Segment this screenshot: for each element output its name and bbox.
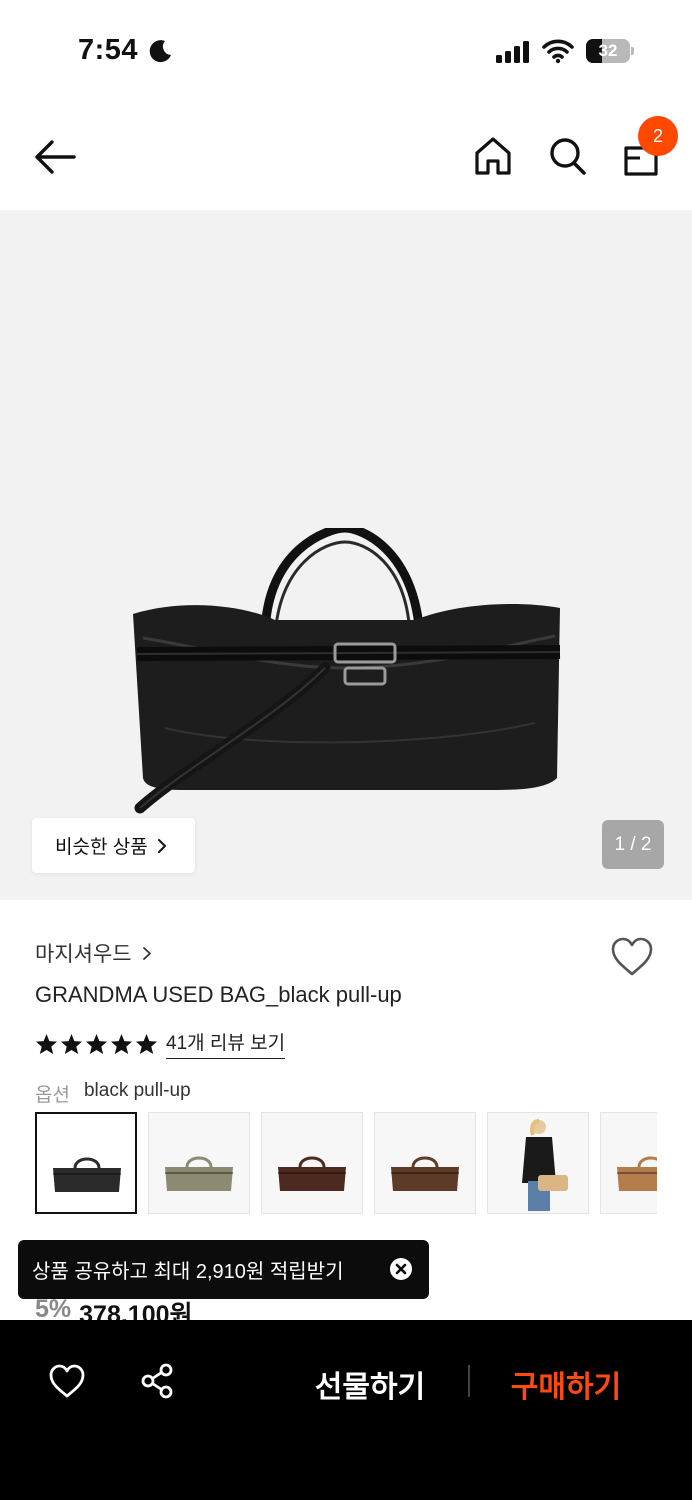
option-value: black pull-up [83, 1080, 191, 1101]
reviews-link[interactable]: 41개 리뷰 보기 [166, 1028, 286, 1059]
product-name: GRANDMA USED BAG_black pull-up [35, 982, 402, 1007]
option-thumbnail-dark-brown[interactable] [261, 1112, 363, 1214]
share-reward-toast: 상품 공유하고 최대 2,910원 적립받기 [18, 1240, 429, 1299]
star-icon [110, 1033, 133, 1054]
image-page-indicator: 1 / 2 [602, 820, 664, 869]
discount-rate: 5% [35, 1295, 72, 1321]
option-thumbnail-black[interactable] [35, 1112, 137, 1214]
option-thumbnails [35, 1112, 657, 1216]
option-thumbnail-model-photo[interactable] [487, 1112, 589, 1214]
chevron-right-icon [142, 946, 151, 960]
cellular-signal-icon [496, 41, 529, 63]
top-navigation [0, 100, 692, 210]
option-label: 옵션 [35, 1085, 70, 1106]
bag-thumbnail-image [165, 1156, 233, 1191]
star-rating [35, 1033, 158, 1055]
search-icon[interactable] [546, 134, 588, 178]
bag-thumbnail-image [617, 1156, 657, 1191]
option-thumbnail-tan[interactable] [600, 1112, 657, 1214]
cart-count-badge: 2 [638, 116, 678, 156]
sale-price: 378,100원 [79, 1301, 193, 1321]
status-time: 7:54 [78, 34, 139, 66]
divider [468, 1365, 470, 1397]
chevron-right-icon [157, 838, 166, 853]
product-photo-black-bag [133, 528, 561, 814]
home-icon[interactable] [472, 134, 514, 178]
battery-level: 32 [598, 41, 618, 60]
moon-icon [149, 40, 171, 63]
star-icon [60, 1033, 83, 1054]
bag-thumbnail-image [53, 1157, 121, 1192]
star-icon [135, 1033, 158, 1054]
gift-button[interactable]: 선물하기 [300, 1362, 440, 1404]
bottom-action-bar: 선물하기 구매하기 [0, 1320, 692, 1500]
heart-icon[interactable] [48, 1363, 86, 1399]
star-icon [85, 1033, 108, 1054]
option-row: 옵션 black pull-up [35, 1080, 191, 1107]
wifi-icon [542, 39, 574, 64]
brand-link[interactable]: 마지셔우드 [35, 938, 152, 968]
status-bar: 7:54 32 [0, 0, 692, 100]
similar-products-label: 비슷한 상품 [55, 837, 148, 858]
back-arrow-icon[interactable] [30, 136, 82, 178]
heart-icon[interactable] [610, 936, 654, 978]
star-icon [35, 1033, 58, 1054]
brand-name: 마지셔우드 [35, 943, 132, 966]
battery-indicator: 32 [586, 39, 634, 63]
toast-message: 상품 공유하고 최대 2,910원 적립받기 [32, 1261, 344, 1283]
similar-products-button[interactable]: 비슷한 상품 [32, 818, 195, 873]
buy-button[interactable]: 구매하기 [496, 1362, 636, 1404]
option-thumbnail-khaki[interactable] [148, 1112, 250, 1214]
bag-thumbnail-image [278, 1156, 346, 1191]
product-image-gallery[interactable]: 비슷한 상품 1 / 2 [0, 210, 692, 900]
close-icon[interactable] [390, 1258, 412, 1280]
price-row: 5% 378,100원 [35, 1295, 193, 1321]
bag-thumbnail-image [391, 1156, 459, 1191]
model-photo-image [522, 1119, 568, 1211]
option-thumbnail-brown[interactable] [374, 1112, 476, 1214]
share-icon[interactable] [139, 1362, 175, 1400]
rating-row: 41개 리뷰 보기 [35, 1028, 286, 1059]
